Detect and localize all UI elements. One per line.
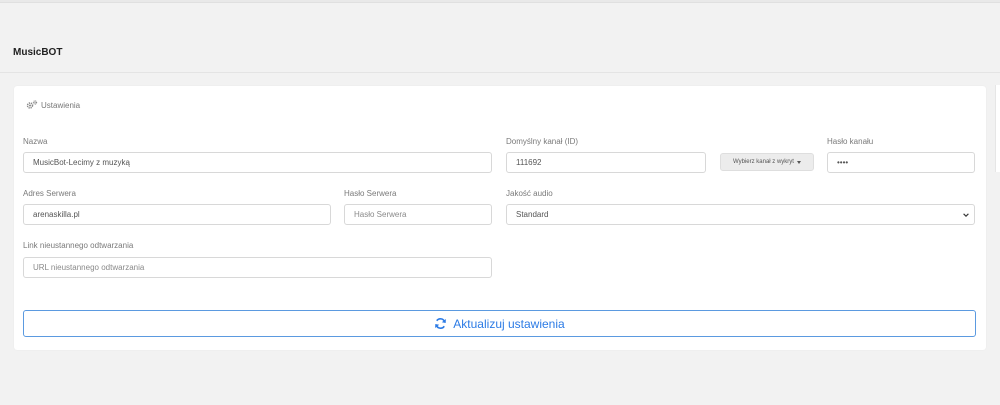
- card-header: Ustawienia: [26, 100, 80, 110]
- card-title: Ustawienia: [41, 100, 81, 110]
- default-channel-input[interactable]: 111692: [506, 152, 706, 173]
- stream-link-label: Link nieustannego odtwarzania: [23, 241, 134, 250]
- server-password-label: Hasło Serwera: [344, 189, 397, 198]
- chevron-down-icon: [963, 212, 969, 217]
- settings-card: Ustawienia Nazwa MusicBot-Lecimy z muzyk…: [14, 86, 986, 350]
- caret-down-icon: [796, 160, 801, 164]
- audio-quality-value: Standard: [516, 210, 549, 219]
- side-panel-edge: [995, 85, 1000, 172]
- audio-quality-select[interactable]: Standard: [506, 204, 975, 225]
- channel-picker-dropdown[interactable]: Wybierz kanał z wykryt: [720, 153, 814, 171]
- default-channel-label: Domyślny kanał (ID): [506, 137, 579, 146]
- channel-password-label: Hasło kanału: [827, 137, 874, 146]
- page-header: MusicBOT: [0, 40, 1000, 73]
- sync-icon: [435, 318, 447, 329]
- update-settings-label: Aktualizuj ustawienia: [453, 316, 565, 331]
- channel-password-input[interactable]: ••••: [827, 152, 975, 173]
- update-settings-button[interactable]: Aktualizuj ustawienia: [23, 310, 976, 337]
- page-title: MusicBOT: [13, 47, 63, 58]
- server-address-label: Adres Serwera: [23, 189, 76, 198]
- server-password-input[interactable]: Hasło Serwera: [344, 204, 492, 225]
- top-bar: [0, 0, 1000, 3]
- cogs-icon: [26, 100, 38, 109]
- stream-link-input[interactable]: URL nieustannego odtwarzania: [23, 257, 492, 278]
- audio-quality-label: Jakość audio: [506, 189, 553, 198]
- channel-picker-label: Wybierz kanał z wykryt: [733, 159, 794, 165]
- server-address-input[interactable]: arenaskilla.pl: [23, 204, 331, 225]
- name-input[interactable]: MusicBot-Lecimy z muzyką: [23, 152, 492, 173]
- name-label: Nazwa: [23, 137, 48, 146]
